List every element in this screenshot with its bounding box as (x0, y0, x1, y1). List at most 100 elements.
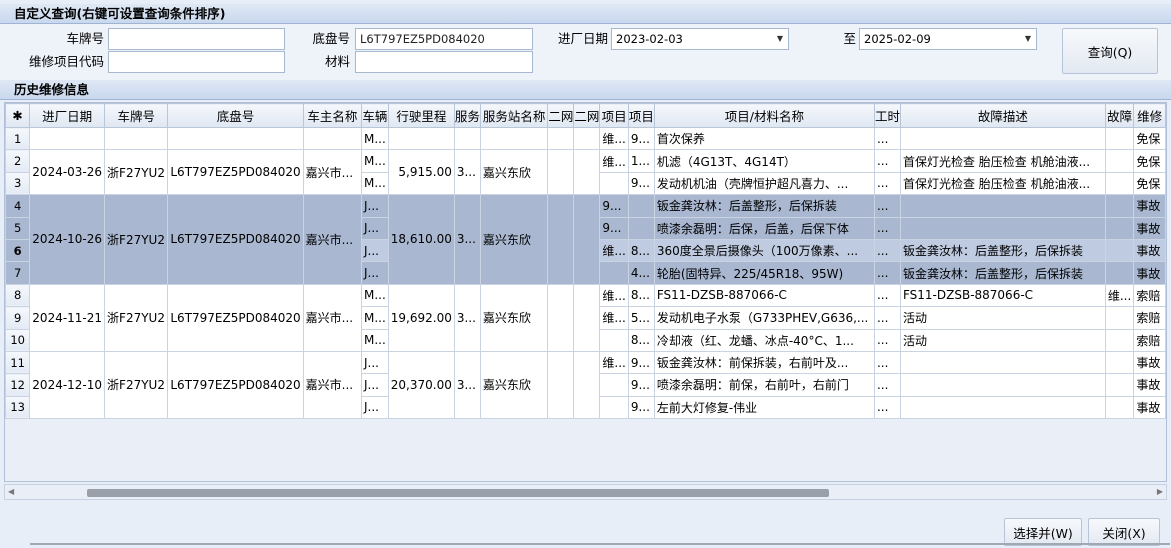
row-number[interactable]: 1 (5, 126, 31, 151)
column-header[interactable]: 底盘号 (167, 103, 304, 128)
scroll-left-icon[interactable]: ◀ (8, 485, 14, 499)
secondary-net-cell (573, 283, 601, 352)
work-hours-cell: ... (873, 306, 901, 330)
column-header[interactable]: 车辆 (360, 103, 389, 128)
row-number[interactable]: 11 (5, 350, 31, 375)
close-button[interactable]: 关闭(X) (1088, 518, 1160, 546)
fault-cell (1104, 238, 1135, 263)
work-hours-cell: ... (873, 261, 901, 285)
column-header[interactable]: 二网 (547, 103, 575, 128)
service-station: 嘉兴东欣 (479, 350, 549, 420)
row-number[interactable]: 3 (5, 171, 31, 196)
column-header[interactable]: 维修 (1133, 103, 1166, 128)
scrollbar-thumb[interactable] (87, 489, 829, 497)
repair-type: 索赔 (1133, 283, 1166, 308)
column-header[interactable]: 项目 (599, 103, 629, 128)
fault-cell (1104, 261, 1135, 285)
repair-type: 事故 (1133, 350, 1166, 375)
plate-input[interactable] (108, 28, 285, 50)
row-number[interactable]: 8 (5, 283, 31, 308)
item-type-cell: 维... (599, 350, 629, 375)
repair-code-input[interactable] (108, 51, 285, 73)
chassis-input[interactable] (355, 28, 533, 50)
date-label: 进厂日期 (557, 31, 608, 46)
repair-type: 事故 (1133, 216, 1166, 240)
horizontal-scrollbar[interactable]: ◀ ▶ (4, 484, 1167, 500)
row-number[interactable]: 12 (5, 373, 31, 397)
chevron-down-icon: ▼ (1024, 34, 1031, 43)
row-number[interactable]: 9 (5, 306, 31, 330)
material-input[interactable] (355, 51, 533, 73)
vehicle-cell: J... (360, 395, 389, 420)
item-type-cell: 维... (599, 126, 629, 151)
fault-cell (1104, 126, 1135, 151)
query-panel: 车牌号 底盘号 进厂日期 2023-02-03 ▼ 至 2025-02-09 ▼… (0, 24, 1171, 80)
table-row[interactable]: 11 2024-12-10 浙F27YU2 L6T797EZ5PD084020 嘉兴市.… (5, 350, 1166, 420)
secondary-net-cell (573, 149, 601, 196)
vehicle-cell: J... (360, 216, 389, 240)
item-code-cell: 5... (627, 306, 655, 330)
column-header[interactable]: 车主名称 (302, 103, 362, 128)
row-number[interactable]: 2 (5, 149, 31, 173)
row-number[interactable]: 10 (5, 328, 31, 352)
service-cell: 3... (453, 194, 481, 285)
column-header[interactable]: 项目/材料名称 (653, 103, 875, 128)
fault-description: 钣金龚汝林：后盖整形，后保拆装 (899, 261, 1106, 285)
column-header[interactable]: 工时 (873, 103, 901, 128)
table-row[interactable]: 2 2024-03-26 浙F27YU2 L6T797EZ5PD084020 嘉兴市..… (5, 149, 1166, 196)
fault-cell (1104, 373, 1135, 397)
mileage: 20,370.00 (387, 350, 455, 420)
item-type-cell: 9... (599, 216, 629, 240)
column-header[interactable]: 服务 (453, 103, 481, 128)
table-row[interactable]: 4 2024-10-26 浙F27YU2 L6T797EZ5PD084020 嘉兴市..… (5, 194, 1166, 285)
item-name: FS11-DZSB-887066-C (653, 283, 875, 308)
item-code-cell: 1... (627, 149, 655, 173)
work-hours-cell: ... (873, 149, 901, 173)
column-header[interactable]: 进厂日期 (29, 103, 106, 128)
column-header[interactable]: 故障描述 (899, 103, 1106, 128)
column-header[interactable]: 车牌号 (104, 103, 169, 128)
row-number[interactable]: 4 (5, 194, 31, 218)
chassis-number: L6T797EZ5PD084020 (167, 194, 304, 285)
history-grid[interactable]: ✱ 进厂日期 车牌号 底盘号 车主名称 车辆 行驶里程 服务 服务站名称 二网 二网 项目 项目 项目/材… (4, 102, 1167, 482)
column-header[interactable]: 故障 (1104, 103, 1135, 128)
scroll-right-icon[interactable]: ▶ (1157, 485, 1163, 499)
chassis-number (167, 126, 304, 151)
vehicle-cell: M... (360, 306, 389, 330)
query-button[interactable]: 查询(Q) (1062, 28, 1158, 74)
row-number[interactable]: 13 (5, 395, 31, 420)
secondary-net-cell (573, 194, 601, 285)
entry-date: 2024-12-10 (29, 350, 106, 420)
item-name: 喷漆余磊明：后保，后盖，后保下体 (653, 216, 875, 240)
repair-type: 免保 (1133, 171, 1166, 196)
work-hours-cell: ... (873, 216, 901, 240)
table-row[interactable]: 1 M... 维... 9... 首次保养... 免保 (5, 126, 1166, 151)
date-from-select[interactable]: 2023-02-03 ▼ (611, 28, 789, 50)
fault-description: 首保灯光检查 胎压检查 机舱油液... (899, 171, 1106, 196)
secondary-net-cell (573, 350, 601, 420)
repair-code-label: 维修项目代码 (28, 54, 104, 69)
repair-type: 免保 (1133, 149, 1166, 173)
vehicle-cell: J... (360, 350, 389, 375)
service-cell: 3... (453, 350, 481, 420)
material-label: 材料 (324, 54, 350, 69)
row-number[interactable]: 6 (5, 238, 31, 263)
table-row[interactable]: 8 2024-11-21 浙F27YU2 L6T797EZ5PD084020 嘉兴市..… (5, 283, 1166, 352)
service-station: 嘉兴东欣 (479, 194, 549, 285)
select-button[interactable]: 选择并(W) (1004, 518, 1082, 546)
column-header[interactable]: 二网 (573, 103, 601, 128)
item-name: 发动机机油（壳牌恒护超凡喜力、... (653, 171, 875, 196)
chassis-number: L6T797EZ5PD084020 (167, 350, 304, 420)
date-to-select[interactable]: 2025-02-09 ▼ (859, 28, 1037, 50)
repair-type: 免保 (1133, 126, 1166, 151)
column-header[interactable]: 行驶里程 (387, 103, 455, 128)
row-number[interactable]: 7 (5, 261, 31, 285)
work-hours-cell: ... (873, 126, 901, 151)
column-header[interactable]: 服务站名称 (479, 103, 549, 128)
vehicle-cell: M... (360, 149, 389, 173)
column-header[interactable]: ✱ (5, 103, 31, 128)
mileage: 18,610.00 (387, 194, 455, 285)
item-type-cell: 维... (599, 306, 629, 330)
column-header[interactable]: 项目 (627, 103, 655, 128)
row-number[interactable]: 5 (5, 216, 31, 240)
